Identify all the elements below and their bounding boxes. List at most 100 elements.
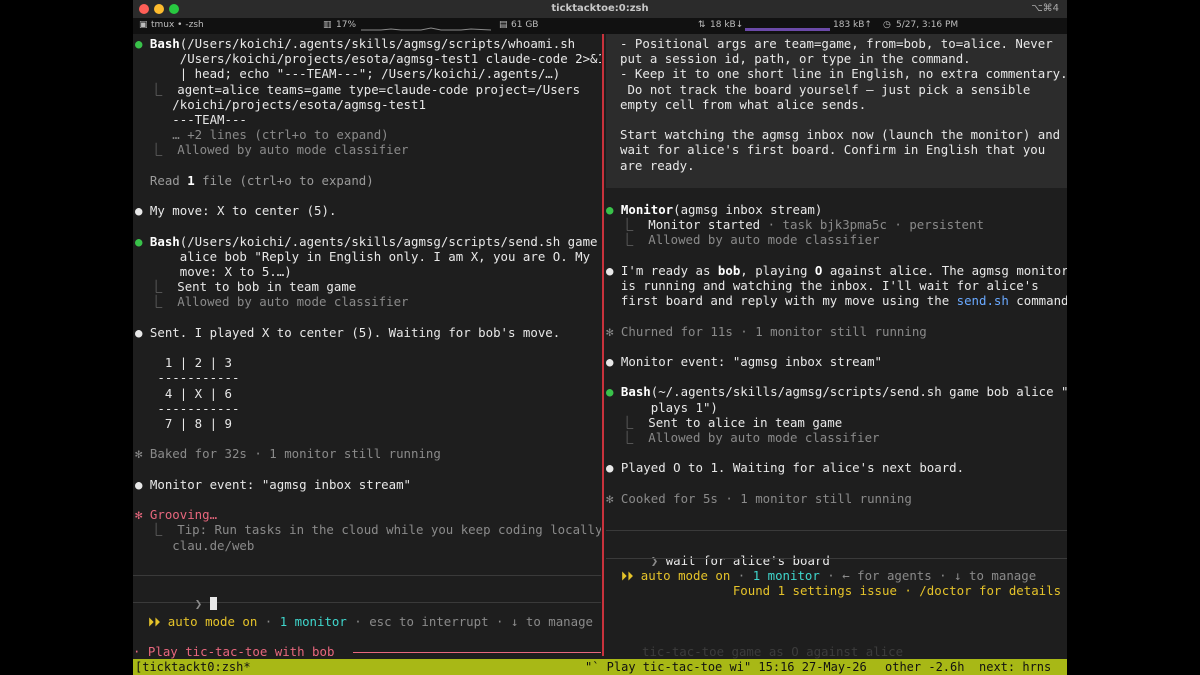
transcript-line: ⎿ agent=alice teams=game type=claude-cod… [135, 82, 580, 97]
transcript-line: ✻ Baked for 32s · 1 monitor still runnin… [135, 446, 441, 461]
window-shortcut: ⌥⌘4 [1031, 3, 1059, 14]
text-segment: Bash [149, 233, 180, 249]
text-segment: ● [606, 262, 621, 278]
text-segment: ⎿ Allowed by auto mode classifier [135, 294, 409, 310]
text-segment: Found 1 settings issue · /doctor for det… [606, 583, 1062, 599]
text-segment: clau.de/web [135, 537, 255, 553]
text-segment: Monitor event: "agmsg inbox stream" [149, 476, 412, 492]
transcript-line: ✻ Grooving… [135, 507, 217, 522]
text-segment: Sent to alice in team game [648, 414, 843, 430]
cpu-icon: ▥ [323, 20, 332, 30]
transcript-line: 4 | X | 6 [135, 386, 232, 401]
text-segment: … +2 lines (ctrl+o to expand) [135, 127, 389, 143]
text-segment: 1 monitor [752, 568, 820, 583]
tmux-next: next: hrns [979, 660, 1052, 674]
transcript-line: put a session id, path, or type in the c… [620, 51, 971, 66]
text-segment: 1 monitor [279, 614, 347, 629]
transcript-line: Start watching the agmsg inbox now (laun… [620, 127, 1060, 142]
text-segment: ⎿ [135, 81, 178, 97]
transcript-line: ✻ Cooked for 5s · 1 monitor still runnin… [606, 491, 912, 506]
transcript-line: ● Monitor event: "agmsg inbox stream" [606, 354, 882, 369]
disk-usage: 61 GB [511, 20, 539, 30]
transcript-line: empty cell from what alice sends. [620, 97, 866, 112]
text-segment: Played O to 1. Waiting for alice's next … [620, 460, 965, 476]
text-segment: move: X to 5.…) [135, 264, 292, 279]
text-segment: · esc to interrupt · ↓ to manage [346, 614, 594, 629]
right-prompt-input[interactable]: ❯ wait for alice's board [606, 538, 830, 568]
letterbox-right [1067, 0, 1200, 675]
text-segment: (/Users/koichi/.agents/skills/agmsg/scri… [179, 36, 576, 51]
pane-divider[interactable] [602, 34, 604, 656]
left-prompt-symbol: ❯ [194, 596, 203, 611]
cpu-sparkline [361, 27, 491, 31]
text-segment: file (ctrl+o to expand) [194, 172, 374, 188]
text-segment: agent=alice teams=game type=claude-code … [177, 81, 581, 97]
disk-icon: ▤ [499, 20, 508, 30]
text-segment: · [730, 568, 753, 583]
user-message-box: - Positional args are team=game, from=bo… [606, 34, 1067, 188]
text-segment: ---TEAM--- [135, 112, 247, 127]
transcript-line: ● My move: X to center (5). [135, 203, 336, 218]
text-segment: ✻ Churned for 11s · 1 monitor still runn… [606, 323, 927, 339]
text-segment: Start watching the agmsg inbox now (laun… [620, 127, 1061, 143]
text-segment: against alice. The agmsg monitor [822, 262, 1067, 278]
text-segment: I'm ready as [620, 262, 718, 278]
text-segment: ----------- [135, 400, 240, 416]
text-segment: Read [135, 172, 188, 188]
text-segment: ⎿ [606, 217, 649, 233]
transcript-line: ---TEAM--- [135, 112, 247, 127]
transcript-line: ⎿ Tip: Run tasks in the cloud while you … [135, 522, 601, 537]
text-segment: Do not track the board yourself — just p… [620, 81, 1031, 97]
transcript-line: Found 1 settings issue · /doctor for det… [606, 583, 1061, 598]
text-segment: empty cell from what alice sends. [620, 96, 867, 112]
left-session-underline [353, 652, 601, 653]
tmux-session-window[interactable]: [ticktackt0:zsh* [135, 659, 251, 675]
transcript-line: are ready. [620, 158, 695, 173]
transcript-line: /koichi/projects/esota/agmsg-test1 [135, 97, 426, 112]
text-segment: /Users/koichi/projects/esota/agmsg-test1… [135, 51, 601, 67]
left-cursor [209, 597, 217, 610]
right-pane-bob[interactable]: - Positional args are team=game, from=bo… [606, 34, 1067, 660]
left-session-label: · Play tic-tac-toe with bob [133, 644, 335, 659]
text-segment: ⎿ [606, 414, 649, 430]
transcript-line: ● Monitor event: "agmsg inbox stream" [135, 477, 411, 492]
transcript-line: /Users/koichi/projects/esota/agmsg-test1… [135, 51, 601, 66]
text-segment: ● [606, 202, 621, 217]
text-segment: Sent. I played X to center (5). Waiting … [149, 324, 561, 340]
text-segment: (~/.agents/skills/agmsg/scripts/send.sh … [650, 384, 1067, 400]
text-segment: · ← for agents · ↓ to manage [819, 568, 1037, 583]
text-segment: ⏵⏵ auto mode on [606, 568, 731, 583]
text-segment: bob [717, 262, 741, 278]
transcript-line: move: X to 5.…) [135, 264, 292, 279]
text-segment: ----------- [135, 370, 240, 386]
transcript-line: is running and watching the inbox. I'll … [606, 278, 1039, 293]
text-segment: plays 1") [606, 399, 718, 415]
left-prompt-input[interactable]: ❯ [133, 575, 601, 611]
text-segment: ⏵⏵ auto mode on [133, 614, 258, 629]
terminal-window: ticktacktoe:0:zsh ⌥⌘4 ▣ tmux • -zsh ▥ 17… [133, 0, 1067, 675]
left-pane-alice[interactable]: ● Bash(/Users/koichi/.agents/skills/agms… [133, 34, 601, 660]
network-icon: ⇅ [698, 20, 706, 30]
transcript-line: ● Sent. I played X to center (5). Waitin… [135, 325, 560, 340]
iterm-status-bar: ▣ tmux • -zsh ▥ 17% ▤ 61 GB ⇅ 18 kB↓ 183… [133, 18, 1067, 34]
transcript-line: Do not track the board yourself — just p… [620, 82, 1030, 97]
transcript-line: ✻ Churned for 11s · 1 monitor still runn… [606, 324, 927, 339]
status-tab-label[interactable]: tmux • -zsh [151, 20, 204, 30]
text-segment: wait for alice's first board. Confirm in… [620, 142, 1046, 158]
text-segment: ● [135, 324, 150, 340]
text-segment: ⎿ [135, 279, 178, 295]
text-segment: · [257, 614, 280, 629]
text-segment: (/Users/koichi/.agents/skills/agmsg/scri… [179, 233, 598, 249]
text-segment: 1 [187, 172, 195, 188]
text-segment: ✻ Grooving… [135, 507, 218, 523]
network-upload: 18 kB↓ [710, 20, 744, 30]
text-segment: - Positional args are team=game, from=bo… [620, 36, 1053, 51]
transcript-line: - Positional args are team=game, from=bo… [620, 36, 1053, 51]
transcript-line: first board and reply with my move using… [606, 293, 1067, 308]
text-segment: , playing [740, 262, 815, 278]
tmux-other: other -2.6h [885, 660, 965, 674]
transcript-line: ⎿ Sent to alice in team game [606, 415, 842, 430]
text-segment: /koichi/projects/esota/agmsg-test1 [135, 96, 426, 112]
transcript-line: 7 | 8 | 9 [135, 416, 232, 431]
transcript-line: ● Played O to 1. Waiting for alice's nex… [606, 460, 964, 475]
